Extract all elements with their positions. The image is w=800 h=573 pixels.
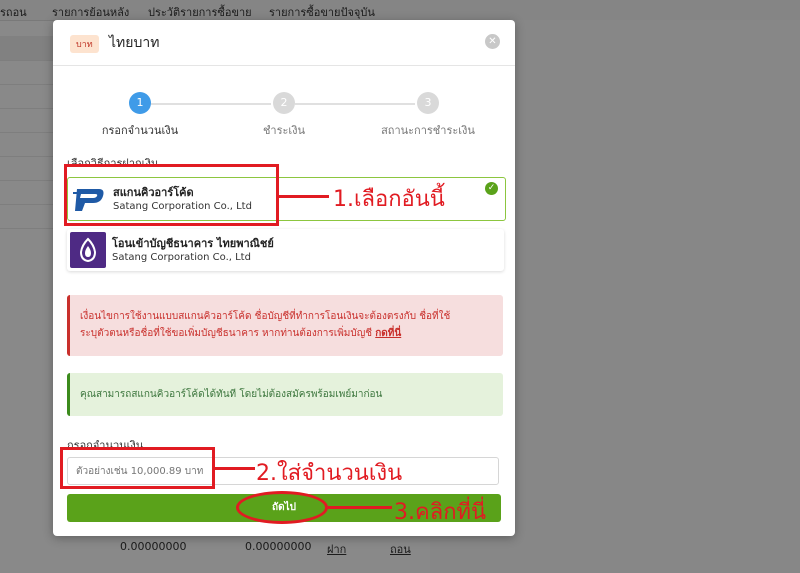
step-2-circle: 2 bbox=[273, 92, 295, 114]
annotation-box-method bbox=[64, 164, 279, 226]
add-account-link[interactable]: กดที่นี่ bbox=[375, 328, 401, 339]
step-1-label: กรอกจำนวนเงิน bbox=[101, 124, 179, 137]
annotation-ellipse-next bbox=[236, 491, 328, 524]
method-option-scb[interactable]: โอนเข้าบัญชีธนาคาร ไทยพาณิชย์ Satang Cor… bbox=[67, 229, 504, 271]
step-3-label: สถานะการชำระเงิน bbox=[381, 124, 475, 137]
annotation-step-3: 3.คลิกที่นี่ bbox=[394, 500, 487, 525]
annotation-line bbox=[328, 506, 392, 509]
method-title: โอนเข้าบัญชีธนาคาร ไทยพาณิชย์ bbox=[112, 237, 274, 250]
method-subtitle: Satang Corporation Co., Ltd bbox=[112, 252, 251, 263]
annotation-line bbox=[279, 195, 329, 198]
info-alert: คุณสามารถสแกนคิวอาร์โค้ดได้ทันที โดยไม่ต… bbox=[67, 373, 503, 416]
step-2-label: ชำระเงิน bbox=[262, 124, 306, 137]
close-icon[interactable]: ✕ bbox=[485, 34, 500, 49]
annotation-step-2: 2.ใส่จำนวนเงิน bbox=[256, 461, 403, 486]
info-text: คุณสามารถสแกนคิวอาร์โค้ดได้ทันที โดยไม่ต… bbox=[80, 389, 383, 400]
warning-alert: เงื่อนไขการใช้งานแบบสแกนคิวอาร์โค้ด ชื่อ… bbox=[67, 295, 503, 356]
scb-logo-icon bbox=[70, 232, 106, 268]
step-1-circle: 1 bbox=[129, 92, 151, 114]
step-connector bbox=[295, 103, 415, 105]
warning-line-1: เงื่อนไขการใช้งานแบบสแกนคิวอาร์โค้ด ชื่อ… bbox=[80, 311, 451, 322]
check-circle-icon: ✓ bbox=[485, 182, 498, 195]
annotation-step-1: 1.เลือกอันนี้ bbox=[333, 187, 445, 212]
warning-line-2: ระบุตัวตนหรือชื่อที่ใช้ขอเพิ่มบัญชีธนาคา… bbox=[80, 328, 373, 339]
step-3-circle: 3 bbox=[417, 92, 439, 114]
annotation-line bbox=[215, 467, 255, 470]
annotation-box-amount bbox=[60, 447, 215, 489]
currency-badge: บาท bbox=[70, 35, 99, 53]
modal-title: ไทยบาท bbox=[109, 35, 160, 51]
step-connector bbox=[151, 103, 271, 105]
modal-header: บาท ไทยบาท ✕ bbox=[53, 20, 515, 66]
